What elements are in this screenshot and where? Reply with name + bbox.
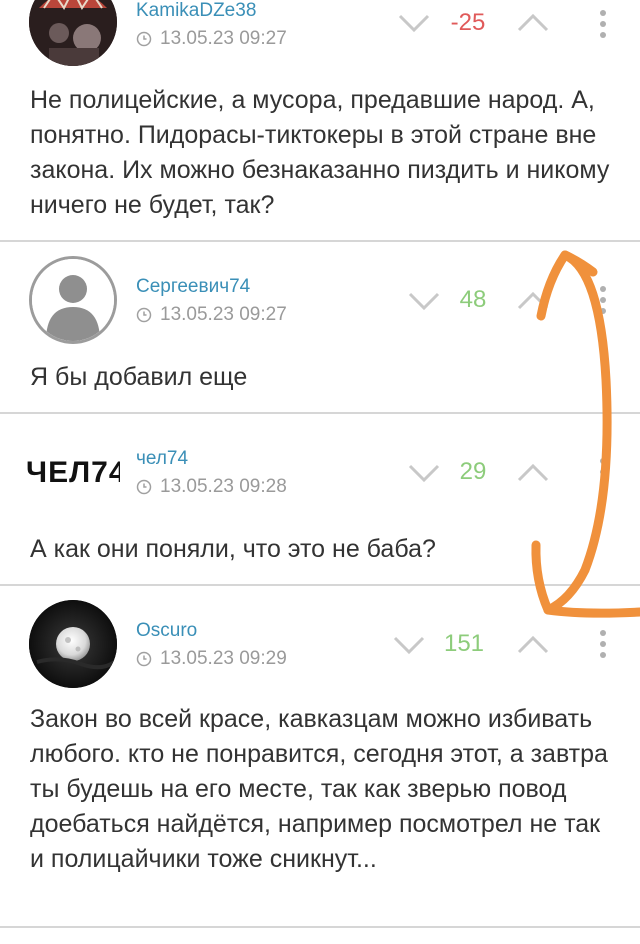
- comment-timestamp: 13.05.23 09:27: [136, 28, 287, 50]
- downvote-chevron-down-icon[interactable]: [397, 12, 431, 34]
- comment-4: Oscuro 13.05.23 09:29 151 Закон во всей …: [0, 586, 640, 926]
- score: 29: [459, 458, 487, 485]
- clock-icon: [136, 31, 152, 47]
- avatar[interactable]: [29, 256, 117, 344]
- upvote-chevron-up-icon[interactable]: [516, 290, 550, 312]
- downvote-chevron-down-icon[interactable]: [392, 634, 426, 656]
- timestamp-text: 13.05.23 09:27: [160, 304, 287, 325]
- more-vertical-icon[interactable]: [600, 10, 608, 43]
- more-vertical-icon[interactable]: [600, 286, 608, 319]
- comment-timestamp: 13.05.23 09:29: [136, 648, 287, 670]
- avatar[interactable]: [29, 0, 117, 66]
- score: 151: [443, 630, 485, 657]
- timestamp-text: 13.05.23 09:28: [160, 476, 287, 497]
- username[interactable]: чел74: [136, 448, 188, 470]
- upvote-chevron-up-icon[interactable]: [516, 462, 550, 484]
- username[interactable]: KamikaDZe38: [136, 0, 256, 22]
- timestamp-text: 13.05.23 09:27: [160, 28, 287, 49]
- downvote-chevron-down-icon[interactable]: [407, 290, 441, 312]
- comment-3: ЧЕЛ74 чел74 13.05.23 09:28 29 А как они …: [0, 414, 640, 584]
- more-vertical-icon[interactable]: [600, 458, 608, 491]
- avatar[interactable]: ЧЕЛ74: [26, 422, 122, 510]
- comment-text: Закон во всей красе, кавказцам можно изб…: [30, 705, 608, 873]
- comment-timestamp: 13.05.23 09:27: [136, 304, 287, 326]
- avatar-logo-text: ЧЕЛ74: [26, 456, 120, 489]
- avatar[interactable]: [29, 600, 117, 688]
- score: -25: [450, 9, 486, 36]
- upvote-chevron-up-icon[interactable]: [516, 634, 550, 656]
- clock-icon: [136, 651, 152, 667]
- more-vertical-icon[interactable]: [600, 630, 608, 663]
- downvote-chevron-down-icon[interactable]: [407, 462, 441, 484]
- clock-icon: [136, 479, 152, 495]
- comment-text: Я бы добавил еще: [30, 363, 248, 391]
- username[interactable]: Oscuro: [136, 620, 197, 642]
- comment-timestamp: 13.05.23 09:28: [136, 476, 287, 498]
- comment-1: KamikaDZe38 13.05.23 09:27 -25 Не полице…: [0, 0, 640, 240]
- divider: [0, 926, 640, 928]
- comment-2: Сергеевич74 13.05.23 09:27 48 Я бы добав…: [0, 242, 640, 412]
- username[interactable]: Сергеевич74: [136, 276, 250, 298]
- timestamp-text: 13.05.23 09:29: [160, 648, 287, 669]
- comment-text: Не полицейские, а мусора, предавшие наро…: [30, 86, 610, 219]
- score: 48: [459, 286, 487, 313]
- clock-icon: [136, 307, 152, 323]
- comment-text: А как они поняли, что это не баба?: [30, 535, 436, 563]
- upvote-chevron-up-icon[interactable]: [516, 12, 550, 34]
